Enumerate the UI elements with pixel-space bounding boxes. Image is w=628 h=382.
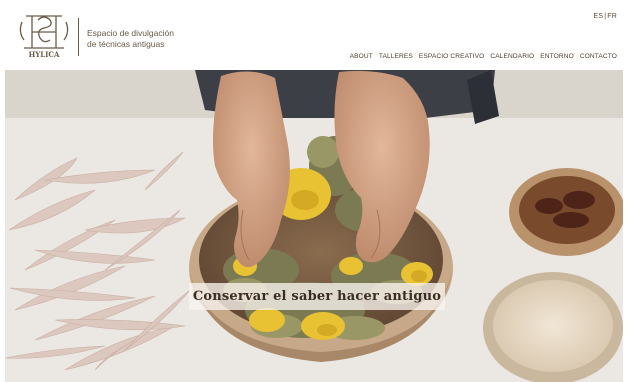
- site-tagline: Espacio de divulgación de técnicas antig…: [87, 28, 174, 50]
- site-header: HYLICA Espacio de divulgación de técnica…: [0, 0, 628, 70]
- tagline-line-2: de técnicas antiguas: [87, 39, 165, 49]
- nav-espacio-creativo[interactable]: ESPACIO CREATIVO: [419, 53, 484, 60]
- site-logo[interactable]: HYLICA: [14, 10, 74, 60]
- logo-divider: [78, 18, 79, 56]
- language-switcher: ES|FR: [593, 13, 617, 20]
- main-nav: ABOUT TALLERES ESPACIO CREATIVO CALENDAR…: [344, 53, 617, 60]
- lang-fr-link[interactable]: FR: [607, 13, 617, 20]
- tagline-line-1: Espacio de divulgación: [87, 28, 174, 38]
- hands-holding-bowl-of-dried-yarrow-photo: [5, 70, 623, 382]
- hero-caption-text: Conservar el saber hacer antiguo: [192, 289, 442, 304]
- lang-es-link[interactable]: ES: [593, 13, 603, 20]
- hero-caption: Conservar el saber hacer antiguo: [189, 283, 445, 310]
- nav-contacto[interactable]: CONTACTO: [580, 53, 617, 60]
- hero-banner: Conservar el saber hacer antiguo: [5, 70, 623, 382]
- nav-talleres[interactable]: TALLERES: [379, 53, 413, 60]
- nav-about[interactable]: ABOUT: [350, 53, 373, 60]
- nav-entorno[interactable]: ENTORNO: [540, 53, 574, 60]
- hylica-monogram-logo-icon: HYLICA: [19, 15, 69, 59]
- nav-calendario[interactable]: CALENDARIO: [490, 53, 534, 60]
- logo-wordmark: HYLICA: [29, 50, 60, 59]
